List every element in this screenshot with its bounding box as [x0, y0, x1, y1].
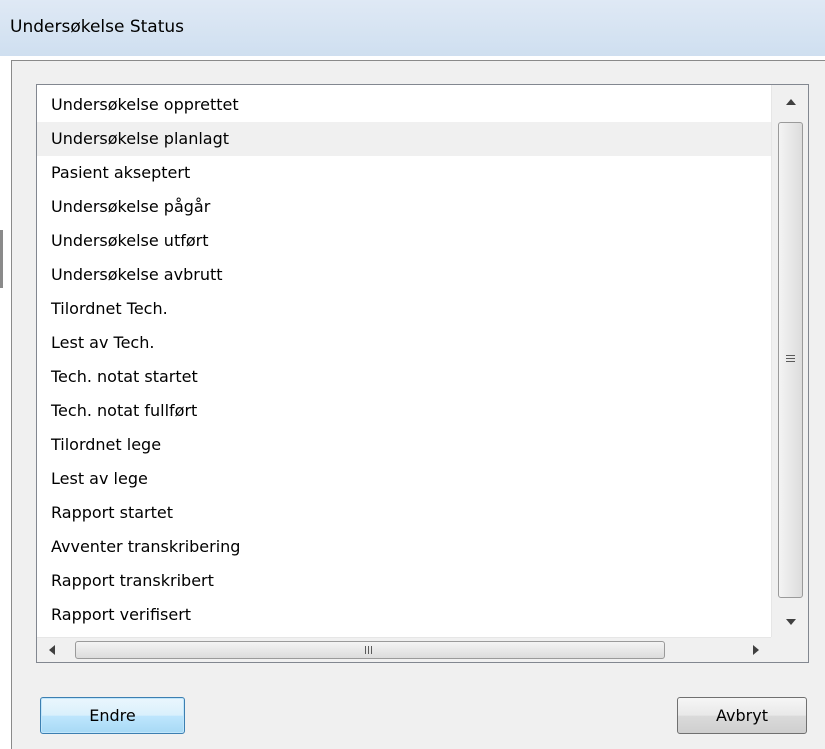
scroll-up-button[interactable]: [772, 85, 809, 119]
grip-icon: [786, 358, 795, 359]
list-item[interactable]: Rapport verifisert: [37, 598, 771, 632]
status-listbox[interactable]: Undersøkelse opprettet Undersøkelse plan…: [36, 84, 809, 663]
arrow-right-icon: [753, 645, 759, 655]
grip-icon: [368, 646, 369, 654]
vertical-scrollbar[interactable]: [771, 85, 808, 637]
scroll-left-button[interactable]: [37, 638, 67, 663]
vertical-scroll-thumb[interactable]: [778, 122, 803, 598]
list-item[interactable]: Lest av lege: [37, 462, 771, 496]
grip-icon: [371, 646, 372, 654]
list-item[interactable]: Pasient akseptert: [37, 156, 771, 190]
grip-icon: [365, 646, 366, 654]
list-item[interactable]: Undersøkelse planlagt: [37, 122, 771, 156]
arrow-up-icon: [786, 99, 796, 105]
cancel-button[interactable]: Avbryt: [677, 697, 807, 734]
list-item[interactable]: Tech. notat startet: [37, 360, 771, 394]
list-item[interactable]: Rapport transkribert: [37, 564, 771, 598]
grip-icon: [786, 361, 795, 362]
arrow-down-icon: [786, 619, 796, 625]
scroll-right-button[interactable]: [741, 638, 771, 663]
list-item[interactable]: Undersøkelse avbrutt: [37, 258, 771, 292]
list-item[interactable]: Tech. notat fullført: [37, 394, 771, 428]
status-list: Undersøkelse opprettet Undersøkelse plan…: [37, 85, 771, 637]
horizontal-scroll-thumb[interactable]: [75, 641, 665, 659]
scroll-corner: [771, 637, 808, 662]
list-item[interactable]: Lest av Tech.: [37, 326, 771, 360]
grip-icon: [786, 355, 795, 356]
title-bar: Undersøkelse Status: [0, 0, 825, 56]
list-item[interactable]: Rapport startet: [37, 496, 771, 530]
list-item[interactable]: Tilordnet Tech.: [37, 292, 771, 326]
window-title: Undersøkelse Status: [10, 17, 185, 37]
list-item[interactable]: Undersøkelse pågår: [37, 190, 771, 224]
list-item[interactable]: Undersøkelse utført: [37, 224, 771, 258]
scroll-down-button[interactable]: [772, 603, 809, 637]
arrow-left-icon: [49, 645, 55, 655]
window-edge: [0, 230, 3, 288]
horizontal-scrollbar[interactable]: [37, 637, 771, 662]
change-button[interactable]: Endre: [40, 697, 185, 734]
list-item[interactable]: Avventer transkribering: [37, 530, 771, 564]
list-item[interactable]: Tilordnet lege: [37, 428, 771, 462]
list-item[interactable]: Undersøkelse opprettet: [37, 88, 771, 122]
